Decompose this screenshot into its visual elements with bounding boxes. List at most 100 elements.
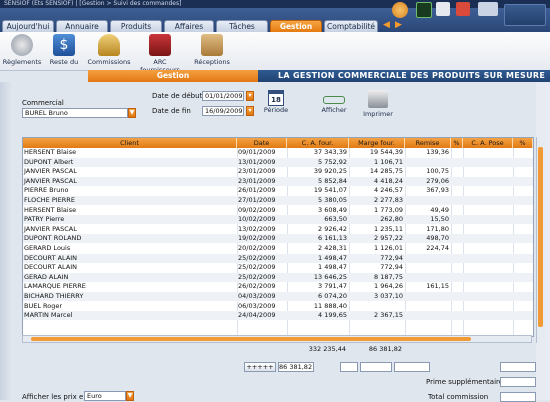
- column-header-ca-four[interactable]: C. A. four.: [287, 138, 349, 148]
- table-cell: 49,49: [430, 205, 449, 214]
- table-cell: 15,50: [430, 215, 449, 224]
- window-icon[interactable]: [436, 2, 450, 16]
- empty-field[interactable]: [360, 362, 392, 372]
- print-button[interactable]: Imprimer: [362, 90, 394, 118]
- print-label: Imprimer: [363, 110, 393, 118]
- box-icon: [201, 34, 223, 56]
- table-cell: 2 926,42: [318, 224, 347, 233]
- prime-field[interactable]: [500, 377, 536, 387]
- tab-taches[interactable]: Tâches: [216, 20, 268, 32]
- column-header-client[interactable]: Client: [23, 138, 237, 148]
- table-row[interactable]: LAMARQUE PIERRE 26/02/2009 3 791,47 1 964,2…: [23, 282, 533, 291]
- table-row[interactable]: GERARD Louis 20/02/2009 2 428,31 1 126,01 22…: [23, 244, 533, 253]
- empty-field[interactable]: [394, 362, 430, 372]
- toolbar-reglements-button[interactable]: Règlements: [2, 34, 42, 66]
- table-cell: 4 199,65: [318, 311, 347, 320]
- tab-affaires[interactable]: Affaires: [164, 20, 214, 32]
- table-row[interactable]: HERSENT Blaise 09/01/2009 37 343,39 19 544,…: [23, 148, 533, 157]
- table-row[interactable]: FLOCHE PIERRE 27/01/2009 5 380,05 2 277,83: [23, 196, 533, 205]
- settings-gear-icon[interactable]: [392, 2, 408, 18]
- horizontal-scroll-thumb[interactable]: [31, 337, 471, 341]
- table-cell: [405, 292, 451, 301]
- table-cell: [405, 273, 451, 282]
- table-cell: 4 418,24: [374, 176, 403, 185]
- toolbar-commissions-button[interactable]: Commissions: [86, 34, 132, 66]
- start-date-picker-icon[interactable]: ▾: [246, 91, 254, 101]
- table-cell: 2 367,15: [374, 311, 403, 320]
- table-cell: DUPONT ROLAND: [24, 234, 82, 243]
- table-row[interactable]: HERSENT Blaise 09/02/2009 3 608,49 1 773,09…: [23, 206, 533, 215]
- table-row[interactable]: JANVIER PASCAL 23/01/2009 39 920,25 14 285,…: [23, 167, 533, 176]
- table-cell: 2 957,22: [374, 234, 403, 243]
- end-date-picker-icon[interactable]: ▾: [246, 106, 254, 116]
- grid-vertical-scrollbar[interactable]: [536, 137, 545, 343]
- table-row[interactable]: BICHARD THIERRY 04/03/2009 6 074,20 3 037,1…: [23, 292, 533, 301]
- tab-produits[interactable]: Produits: [110, 20, 162, 32]
- commercial-select[interactable]: BUREL Bruno: [22, 108, 128, 118]
- period-label: Période: [263, 106, 289, 114]
- end-date-input[interactable]: 16/09/2009: [202, 106, 244, 116]
- table-cell: 171,80: [426, 224, 449, 233]
- toolbar-arc-fournisseurs-button[interactable]: ARC fournisseurs: [134, 34, 186, 74]
- table-row[interactable]: BUEL Roger 06/03/2009 11 888,40: [23, 302, 533, 311]
- table-cell: 13/01/2009: [238, 157, 276, 166]
- table-row[interactable]: DUPONT ROLAND 19/02/2009 6 161,13 2 957,22 4…: [23, 234, 533, 244]
- table-cell: BUEL Roger: [24, 301, 63, 310]
- table-cell: 100,75: [426, 167, 449, 176]
- sales-grid[interactable]: Client Date C. A. four. Marge four. Remi…: [22, 137, 534, 337]
- table-cell: 279,06: [426, 176, 449, 185]
- empty-field[interactable]: [340, 362, 358, 372]
- column-header-ca-pose[interactable]: C. A. Pose: [463, 138, 513, 148]
- end-date-label: Date de fin: [152, 107, 191, 115]
- column-header-percent[interactable]: %: [451, 138, 463, 148]
- table-cell: 6 074,20: [318, 292, 347, 300]
- table-row[interactable]: DUPONT Albert 13/01/2009 5 752,92 1 106,71: [23, 157, 533, 167]
- keyboard-icon[interactable]: [478, 2, 498, 16]
- printer-icon: [368, 90, 388, 108]
- grid-horizontal-scrollbar[interactable]: [22, 335, 532, 343]
- table-row[interactable]: JANVIER PASCAL 13/02/2009 2 926,42 1 235,11…: [23, 225, 533, 234]
- table-cell: 13 646,25: [313, 272, 347, 281]
- show-button[interactable]: Afficher: [318, 96, 350, 114]
- column-header-remise[interactable]: Remise: [405, 138, 451, 148]
- table-cell: 13/02/2009: [238, 224, 276, 233]
- period-button[interactable]: 18 Période: [262, 90, 290, 114]
- table-row[interactable]: DECOURT ALAIN 25/02/2009 1 498,47 772,94: [23, 263, 533, 272]
- close-window-icon[interactable]: [456, 2, 470, 16]
- plus-value-field[interactable]: 86 381,82: [278, 362, 314, 372]
- toolbar-reste-du-button[interactable]: $ Reste du: [44, 34, 84, 66]
- tab-prev-icon[interactable]: ◀: [382, 21, 391, 30]
- vertical-scroll-thumb[interactable]: [538, 147, 543, 327]
- table-cell: 25/02/2009: [238, 253, 276, 262]
- table-row[interactable]: DECOURT ALAIN 25/02/2009 1 498,47 772,94: [23, 253, 533, 263]
- table-cell: [349, 302, 405, 311]
- table-cell: 19 544,39: [369, 148, 403, 156]
- column-header-date[interactable]: Date: [237, 138, 287, 148]
- table-row[interactable]: PATRY Pierre 10/02/2009 663,50 262,80 15,50: [23, 215, 533, 225]
- empty-field[interactable]: [500, 362, 536, 372]
- table-row[interactable]: JANVIER PASCAL 23/01/2009 5 852,84 4 418,24…: [23, 176, 533, 186]
- window-title: SENSIOF (Ets SENSIOF) | [Gestion > Suivi…: [4, 0, 182, 7]
- table-cell: 1 498,47: [318, 253, 347, 262]
- column-header-percent-pose[interactable]: %: [513, 138, 533, 148]
- column-header-marge-four[interactable]: Marge four.: [349, 138, 405, 148]
- table-cell: 24/04/2009: [238, 311, 276, 320]
- table-cell: DECOURT ALAIN: [24, 253, 78, 262]
- monitor-icon[interactable]: [416, 2, 432, 18]
- commercial-dropdown-icon[interactable]: ▼: [128, 108, 136, 118]
- tab-annuaire[interactable]: Annuaire: [56, 20, 108, 32]
- toolbar-receptions-button[interactable]: Réceptions: [190, 34, 234, 66]
- table-cell: PATRY Pierre: [24, 215, 65, 224]
- tab-gestion[interactable]: Gestion: [270, 20, 322, 32]
- table-cell: 5 852,84: [318, 176, 347, 185]
- table-row[interactable]: MARTIN Marcel 24/04/2009 4 199,65 2 367,15: [23, 311, 533, 321]
- toolbar-label: Reste du: [49, 58, 79, 66]
- table-row[interactable]: PIERRE Bruno 26/01/2009 19 541,07 4 246,57 3…: [23, 186, 533, 195]
- plus-button[interactable]: +++++: [244, 362, 276, 372]
- start-date-input[interactable]: 01/01/2009: [202, 91, 244, 101]
- tab-comptabilite[interactable]: Comptabilité: [324, 20, 378, 32]
- tab-aujourdhui[interactable]: Aujourd'hui: [2, 20, 54, 32]
- table-cell: 26/02/2009: [238, 282, 276, 291]
- table-row[interactable]: GERAD ALAIN 25/02/2009 13 646,25 8 187,75: [23, 272, 533, 282]
- tab-next-icon[interactable]: ▶: [394, 21, 403, 30]
